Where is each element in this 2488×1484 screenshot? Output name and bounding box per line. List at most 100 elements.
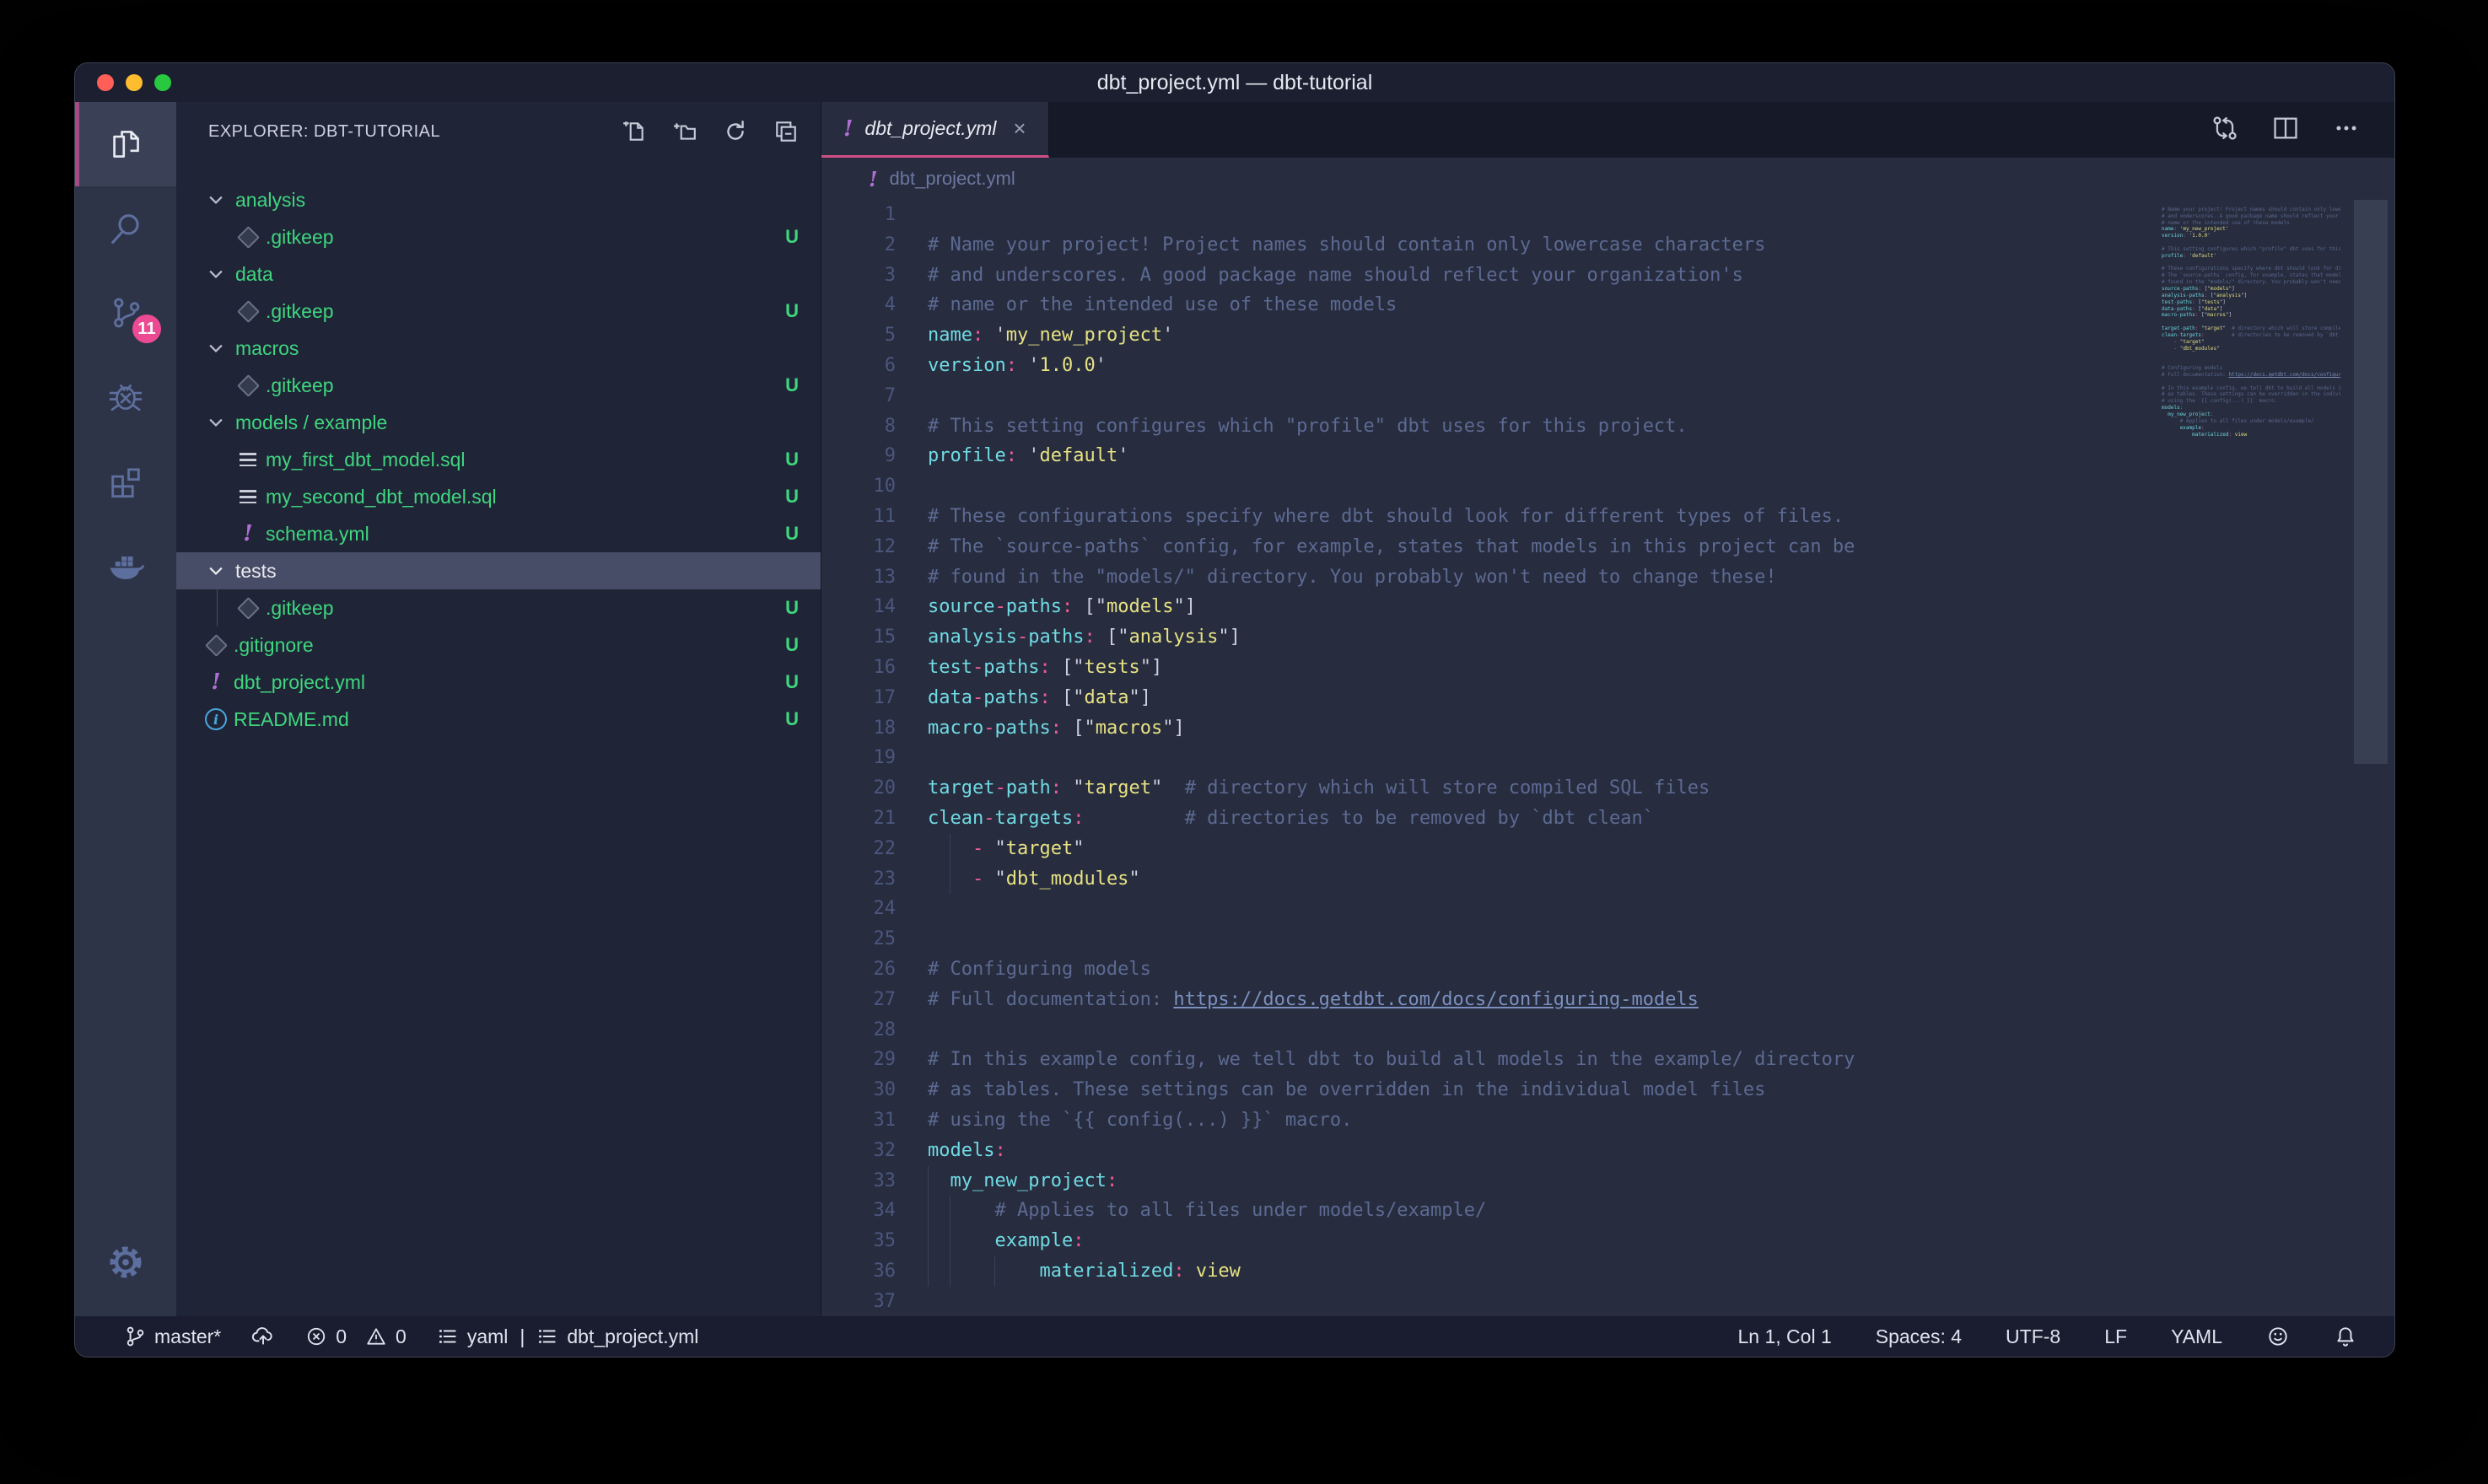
tree-file-my-second-dbt-model-sql[interactable]: my_second_dbt_model.sqlU: [176, 478, 821, 515]
tree-file--gitignore[interactable]: .gitignoreU: [176, 626, 821, 664]
code-line[interactable]: 6version: '1.0.0': [821, 351, 2394, 381]
code-line[interactable]: 35 example:: [821, 1226, 2394, 1256]
code-line[interactable]: 17data-paths: ["data"]: [821, 683, 2394, 713]
tree-indent-guide: [217, 589, 218, 626]
code-line[interactable]: 20target-path: "target" # directory whic…: [821, 773, 2394, 804]
activity-explorer[interactable]: [75, 102, 176, 186]
code-line[interactable]: 16test-paths: ["tests"]: [821, 653, 2394, 683]
indent-guide: [928, 1196, 929, 1226]
line-number: 35: [821, 1226, 896, 1256]
line-content: source-paths: ["models"]: [928, 592, 1196, 622]
code-line[interactable]: 10: [821, 471, 2394, 502]
code-line[interactable]: 26# Configuring models: [821, 954, 2394, 985]
code-line[interactable]: 12# The `source-paths` config, for examp…: [821, 532, 2394, 562]
code-line[interactable]: 22 - "target": [821, 834, 2394, 864]
code-line[interactable]: 36 materialized: view: [821, 1256, 2394, 1287]
tree-file-my-first-dbt-model-sql[interactable]: my_first_dbt_model.sqlU: [176, 441, 821, 478]
tree-folder-analysis[interactable]: analysis: [176, 181, 821, 218]
code-line[interactable]: 21clean-targets: # directories to be rem…: [821, 804, 2394, 834]
git-file-icon: [237, 597, 259, 619]
git-branch-status[interactable]: master*: [124, 1325, 221, 1348]
line-content: # This setting configures which "profile…: [928, 411, 1688, 442]
activity-settings[interactable]: [75, 1220, 176, 1304]
code-line[interactable]: 18macro-paths: ["macros"]: [821, 713, 2394, 744]
code-line[interactable]: 2# Name your project! Project names shou…: [821, 230, 2394, 261]
activity-docker[interactable]: [75, 524, 176, 608]
new-folder-icon[interactable]: [672, 119, 697, 144]
code-line[interactable]: 3# and underscores. A good package name …: [821, 261, 2394, 291]
eol-sequence[interactable]: LF: [2104, 1325, 2127, 1348]
code-line[interactable]: 13# found in the "models/" directory. Yo…: [821, 562, 2394, 593]
code-line[interactable]: 28: [821, 1015, 2394, 1046]
code-line[interactable]: 5name: 'my_new_project': [821, 320, 2394, 351]
activity-search[interactable]: [75, 186, 176, 271]
collapse-all-icon[interactable]: [773, 119, 799, 144]
more-actions-icon[interactable]: [2332, 114, 2361, 147]
editor-scrollbar[interactable]: [2354, 200, 2388, 764]
tree-file-schema-yml[interactable]: !schema.ymlU: [176, 515, 821, 552]
split-editor-icon[interactable]: [2271, 114, 2300, 147]
code-line[interactable]: 27# Full documentation: https://docs.get…: [821, 985, 2394, 1015]
tree-file--gitkeep[interactable]: .gitkeepU: [176, 589, 821, 626]
tree-file--gitkeep[interactable]: .gitkeepU: [176, 293, 821, 330]
encoding[interactable]: UTF-8: [2006, 1325, 2060, 1348]
code-line[interactable]: 8# This setting configures which "profil…: [821, 411, 2394, 442]
linter-status[interactable]: yaml | dbt_project.yml: [437, 1325, 699, 1348]
problems-status[interactable]: 0 0: [305, 1325, 407, 1348]
warnings-icon: [365, 1325, 387, 1347]
code-line[interactable]: 37: [821, 1287, 2394, 1316]
code-line[interactable]: 15analysis-paths: ["analysis"]: [821, 622, 2394, 653]
code-line[interactable]: 14source-paths: ["models"]: [821, 592, 2394, 622]
tab-close-icon[interactable]: ×: [1013, 116, 1026, 142]
sync-status[interactable]: [251, 1325, 275, 1348]
indent-guide: [950, 1256, 951, 1287]
code-line[interactable]: 25: [821, 924, 2394, 954]
tree-folder-tests[interactable]: tests: [176, 552, 821, 589]
line-number: 36: [821, 1256, 896, 1287]
language-mode[interactable]: YAML: [2171, 1325, 2222, 1348]
breadcrumb[interactable]: ! dbt_project.yml: [821, 158, 2394, 200]
code-line[interactable]: 34 # Applies to all files under models/e…: [821, 1196, 2394, 1226]
activity-extensions[interactable]: [75, 439, 176, 524]
code-line[interactable]: 11# These configurations specify where d…: [821, 502, 2394, 532]
code-line[interactable]: 4# name or the intended use of these mod…: [821, 290, 2394, 320]
code-line[interactable]: 31# using the `{{ config(...) }}` macro.: [821, 1105, 2394, 1136]
feedback-smiley-icon[interactable]: [2266, 1325, 2290, 1348]
code-line[interactable]: 23 - "dbt_modules": [821, 864, 2394, 895]
tree-folder-data[interactable]: data: [176, 255, 821, 293]
code-line[interactable]: 9profile: 'default': [821, 441, 2394, 471]
activity-debug[interactable]: [75, 355, 176, 439]
window-title: dbt_project.yml — dbt-tutorial: [75, 71, 2394, 95]
code-line[interactable]: 33 my_new_project:: [821, 1166, 2394, 1196]
refresh-icon[interactable]: [723, 119, 748, 144]
line-number: 4: [821, 290, 896, 320]
code-line[interactable]: 1: [821, 200, 2394, 230]
code-editor[interactable]: 12# Name your project! Project names sho…: [821, 200, 2394, 1316]
code-line[interactable]: 32models:: [821, 1136, 2394, 1166]
activity-source-control[interactable]: 11: [75, 271, 176, 355]
code-line[interactable]: 19: [821, 743, 2394, 773]
tree-file-readme-md[interactable]: iREADME.mdU: [176, 701, 821, 738]
line-number: 24: [821, 894, 896, 924]
tree-folder-models-example[interactable]: models / example: [176, 404, 821, 441]
minimap[interactable]: # Name your project! Project names shoul…: [2162, 200, 2340, 444]
tree-item-label: .gitkeep: [266, 226, 334, 249]
code-line[interactable]: 29# In this example config, we tell dbt …: [821, 1045, 2394, 1075]
status-bar: master* 0 0: [75, 1316, 2394, 1357]
chevron-down-icon: [207, 265, 229, 283]
open-changes-icon[interactable]: [2211, 114, 2239, 147]
indentation[interactable]: Spaces: 4: [1876, 1325, 1962, 1348]
tree-file--gitkeep[interactable]: .gitkeepU: [176, 367, 821, 404]
code-line[interactable]: 24: [821, 894, 2394, 924]
tree-file--gitkeep[interactable]: .gitkeepU: [176, 218, 821, 255]
code-line[interactable]: 30# as tables. These settings can be ove…: [821, 1075, 2394, 1105]
code-line[interactable]: 7: [821, 381, 2394, 411]
tree-folder-macros[interactable]: macros: [176, 330, 821, 367]
line-number: 30: [821, 1075, 896, 1105]
indent-guide: [928, 1256, 929, 1287]
tab-dbt-project-yml[interactable]: ! dbt_project.yml ×: [821, 102, 1049, 158]
new-file-icon[interactable]: [622, 119, 647, 144]
tree-file-dbt-project-yml[interactable]: !dbt_project.ymlU: [176, 664, 821, 701]
notifications-bell-icon[interactable]: [2334, 1325, 2357, 1348]
cursor-position[interactable]: Ln 1, Col 1: [1738, 1325, 1832, 1348]
